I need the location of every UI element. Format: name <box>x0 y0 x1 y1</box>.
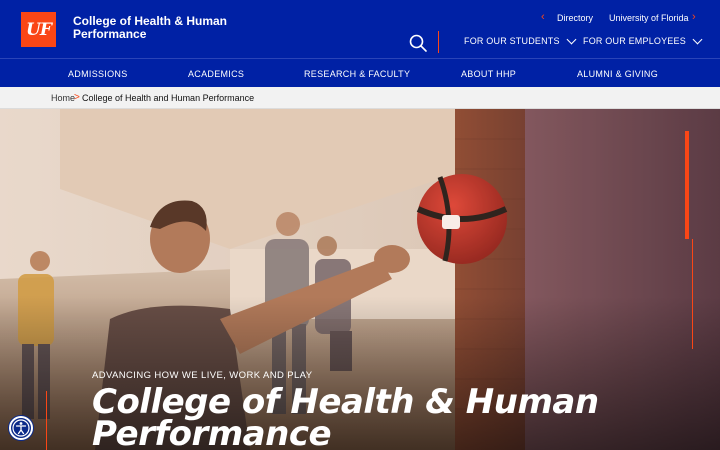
main-navigation: ADMISSIONS ACADEMICS RESEARCH & FACULTY … <box>0 58 720 87</box>
hero-accent-line <box>692 239 693 349</box>
hero-title: College of Health & Human Performance <box>92 382 599 450</box>
accessibility-button[interactable] <box>9 416 33 440</box>
chevron-left-icon: ‹ <box>541 11 545 23</box>
hero-accent-bar <box>685 131 689 239</box>
chevron-right-icon: › <box>692 11 696 23</box>
breadcrumb: Home > College of Health and Human Perfo… <box>0 87 720 109</box>
hero-left-accent <box>46 391 47 450</box>
search-button[interactable] <box>408 33 428 53</box>
breadcrumb-separator: > <box>74 92 80 103</box>
nav-item-research[interactable]: RESEARCH & FACULTY <box>304 69 410 79</box>
breadcrumb-home[interactable]: Home <box>51 93 75 103</box>
students-menu-label: FOR OUR STUDENTS <box>464 36 560 46</box>
directory-link[interactable]: Directory <box>557 12 593 24</box>
site-header: UF College of Health & Human Performance… <box>0 0 720 58</box>
uf-logo[interactable]: UF <box>21 12 56 47</box>
chevron-down-icon <box>566 34 577 44</box>
university-link[interactable]: University of Florida <box>609 12 689 24</box>
nav-item-academics[interactable]: ACADEMICS <box>188 69 244 79</box>
hero-section: ADVANCING HOW WE LIVE, WORK AND PLAY Col… <box>0 109 720 450</box>
breadcrumb-current: College of Health and Human Performance <box>82 93 255 103</box>
accessibility-icon <box>12 419 30 437</box>
search-icon <box>409 34 427 52</box>
nav-item-admissions[interactable]: ADMISSIONS <box>68 69 128 79</box>
header-divider <box>438 31 439 53</box>
college-name[interactable]: College of Health & Human Performance <box>73 15 243 41</box>
chevron-down-icon <box>692 34 703 44</box>
employees-menu[interactable]: FOR OUR EMPLOYEES <box>583 34 703 46</box>
nav-item-about[interactable]: ABOUT HHP <box>461 69 516 79</box>
logo-text: UF <box>26 19 52 40</box>
employees-menu-label: FOR OUR EMPLOYEES <box>583 36 686 46</box>
students-menu[interactable]: FOR OUR STUDENTS <box>464 34 577 46</box>
hero-tagline: ADVANCING HOW WE LIVE, WORK AND PLAY <box>92 370 313 381</box>
nav-item-alumni[interactable]: ALUMNI & GIVING <box>577 69 658 79</box>
